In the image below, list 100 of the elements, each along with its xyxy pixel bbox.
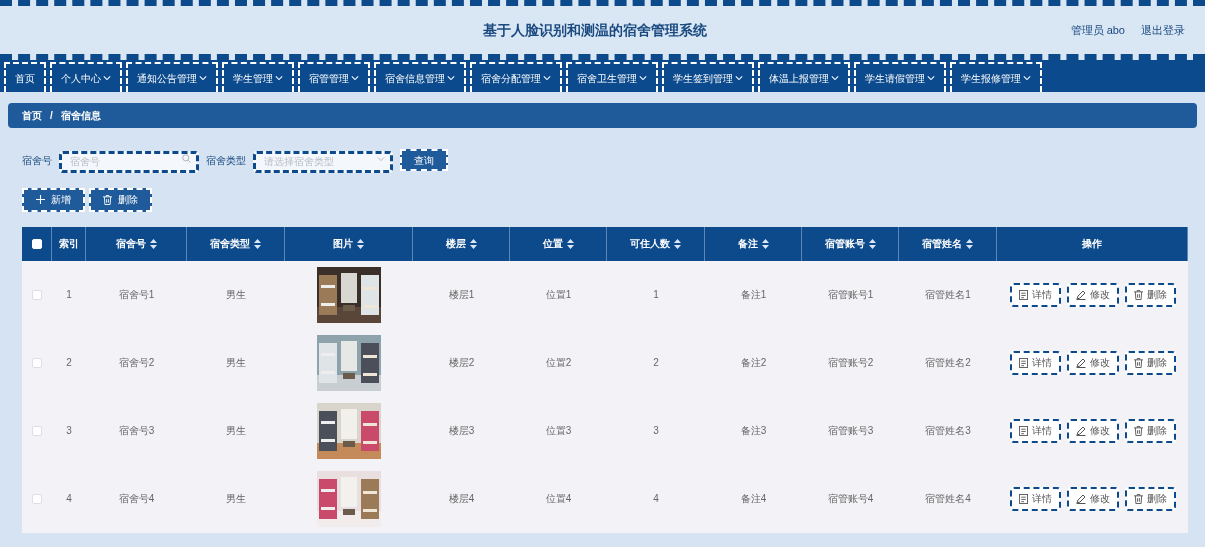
pencil-icon	[1075, 289, 1086, 300]
column-header[interactable]: 宿管姓名	[899, 226, 997, 261]
edit-button[interactable]: 修改	[1066, 486, 1119, 511]
table-cell-text: 4	[653, 492, 659, 506]
table-cell-text: 3	[66, 424, 72, 438]
nav-item[interactable]: 首页	[4, 62, 46, 92]
table-cell-text: 宿舍号3	[118, 424, 155, 438]
table-cell-text: 男生	[226, 288, 246, 302]
sort-icon[interactable]	[868, 238, 876, 249]
table-cell-text: 1	[653, 288, 659, 302]
chevron-icon	[543, 74, 551, 82]
column-header[interactable]: 楼层	[413, 226, 510, 261]
breadcrumb-link[interactable]: 首页	[22, 108, 42, 123]
nav-item[interactable]: 学生管理	[222, 62, 294, 92]
detail-button[interactable]: 详情	[1009, 418, 1061, 443]
table-cell-text: 备注2	[740, 356, 767, 370]
table-cell-text: 宿管账号1	[827, 288, 874, 302]
table-cell-text: 宿舍号2	[118, 356, 155, 370]
nav-item[interactable]: 宿舍卫生管理	[566, 62, 658, 92]
detail-button[interactable]: 详情	[1009, 350, 1061, 375]
delete-button[interactable]: 删除	[1124, 282, 1176, 307]
table-cell-text: 男生	[226, 424, 246, 438]
column-header[interactable]: 图片	[285, 226, 413, 261]
nav-item[interactable]: 宿舍分配管理	[470, 62, 562, 92]
table-cell-text: 备注1	[740, 288, 767, 302]
nav-item[interactable]: 宿管管理	[298, 62, 370, 92]
edit-button[interactable]: 修改	[1066, 350, 1119, 375]
logout-link[interactable]: 退出登录	[1141, 21, 1185, 39]
column-title: 索引	[58, 237, 79, 251]
row-checkbox[interactable]	[32, 357, 42, 368]
trash-icon	[1133, 425, 1143, 436]
field-label: 宿舍号	[22, 153, 52, 168]
nav-item[interactable]: 学生请假管理	[854, 62, 946, 92]
edit-button[interactable]: 修改	[1066, 418, 1119, 443]
table-cell-text: 4	[66, 492, 72, 506]
row-checkbox[interactable]	[32, 425, 42, 436]
table-cell-text: 3	[653, 424, 659, 438]
nav-item[interactable]: 体温上报管理	[758, 62, 850, 92]
chevron-icon	[103, 74, 111, 82]
table-cell-text: 楼层2	[448, 356, 475, 370]
delete-button[interactable]: 删除	[1124, 486, 1176, 511]
nav-item[interactable]: 学生签到管理	[662, 62, 754, 92]
table-cell-text: 宿舍号1	[118, 288, 155, 302]
trash-icon	[103, 194, 112, 205]
trash-icon	[1133, 357, 1143, 368]
column-title: 图片	[333, 237, 353, 251]
delete-button[interactable]: 删除	[1124, 350, 1176, 375]
row-checkbox[interactable]	[32, 493, 42, 504]
chevron-icon	[377, 156, 385, 162]
sort-icon[interactable]	[149, 238, 157, 249]
nav-item[interactable]: 个人中心	[50, 62, 122, 92]
table-cell-text: 位置3	[545, 424, 572, 438]
user-name: 管理员 abo	[1070, 22, 1125, 38]
column-title: 楼层	[445, 237, 466, 251]
table-cell-text: 位置1	[545, 288, 572, 302]
document-icon	[1018, 425, 1028, 436]
sort-icon[interactable]	[566, 238, 574, 249]
nav-item[interactable]: 学生报修管理	[950, 62, 1042, 92]
chevron-icon	[927, 74, 935, 82]
column-header[interactable]: 备注	[705, 226, 802, 261]
detail-button[interactable]: 详情	[1009, 282, 1061, 307]
column-header[interactable]: 可住人数	[607, 226, 705, 261]
sort-icon[interactable]	[761, 238, 769, 249]
row-checkbox[interactable]	[32, 289, 42, 300]
add-button[interactable]: 新增	[22, 187, 85, 212]
breadcrumb-link[interactable]: 宿舍信息	[60, 108, 101, 123]
column-header[interactable]: 宿舍类型	[187, 226, 285, 261]
chevron-icon	[735, 74, 743, 82]
edit-button[interactable]: 修改	[1066, 282, 1119, 307]
document-icon	[1018, 493, 1028, 504]
table-cell-text: 2	[653, 356, 659, 370]
sort-icon[interactable]	[254, 238, 261, 249]
table-cell-text: 备注3	[740, 424, 767, 438]
sort-icon[interactable]	[674, 238, 681, 249]
query-button[interactable]: 查询	[400, 149, 448, 172]
select-all-checkbox[interactable]	[31, 238, 42, 249]
sort-icon[interactable]	[469, 238, 477, 249]
pencil-icon	[1075, 425, 1086, 436]
delete-button[interactable]: 删除	[1124, 418, 1176, 443]
column-title: 宿管账号	[824, 237, 865, 251]
pencil-icon	[1075, 357, 1086, 368]
nav-item[interactable]: 通知公告管理	[126, 62, 218, 92]
plus-icon	[36, 195, 45, 204]
detail-button[interactable]: 详情	[1009, 486, 1061, 511]
document-icon	[1018, 357, 1028, 368]
table-cell-text: 2	[66, 356, 72, 370]
column-header[interactable]: 宿管账号	[802, 226, 899, 261]
column-title: 位置	[542, 237, 563, 251]
column-header[interactable]: 位置	[510, 226, 607, 261]
chevron-icon	[831, 74, 839, 82]
column-title: 备注	[737, 237, 758, 251]
table-cell-text: 宿管姓名3	[925, 424, 971, 438]
delete-button[interactable]: 删除	[89, 187, 152, 212]
chevron-icon	[275, 74, 283, 82]
column-title: 操作	[1082, 237, 1102, 251]
nav-item[interactable]: 宿舍信息管理	[374, 62, 466, 92]
column-header[interactable]: 宿舍号	[86, 226, 187, 261]
table-cell-text: 宿管姓名4	[925, 492, 971, 506]
sort-icon[interactable]	[966, 238, 973, 249]
sort-icon[interactable]	[357, 238, 364, 249]
